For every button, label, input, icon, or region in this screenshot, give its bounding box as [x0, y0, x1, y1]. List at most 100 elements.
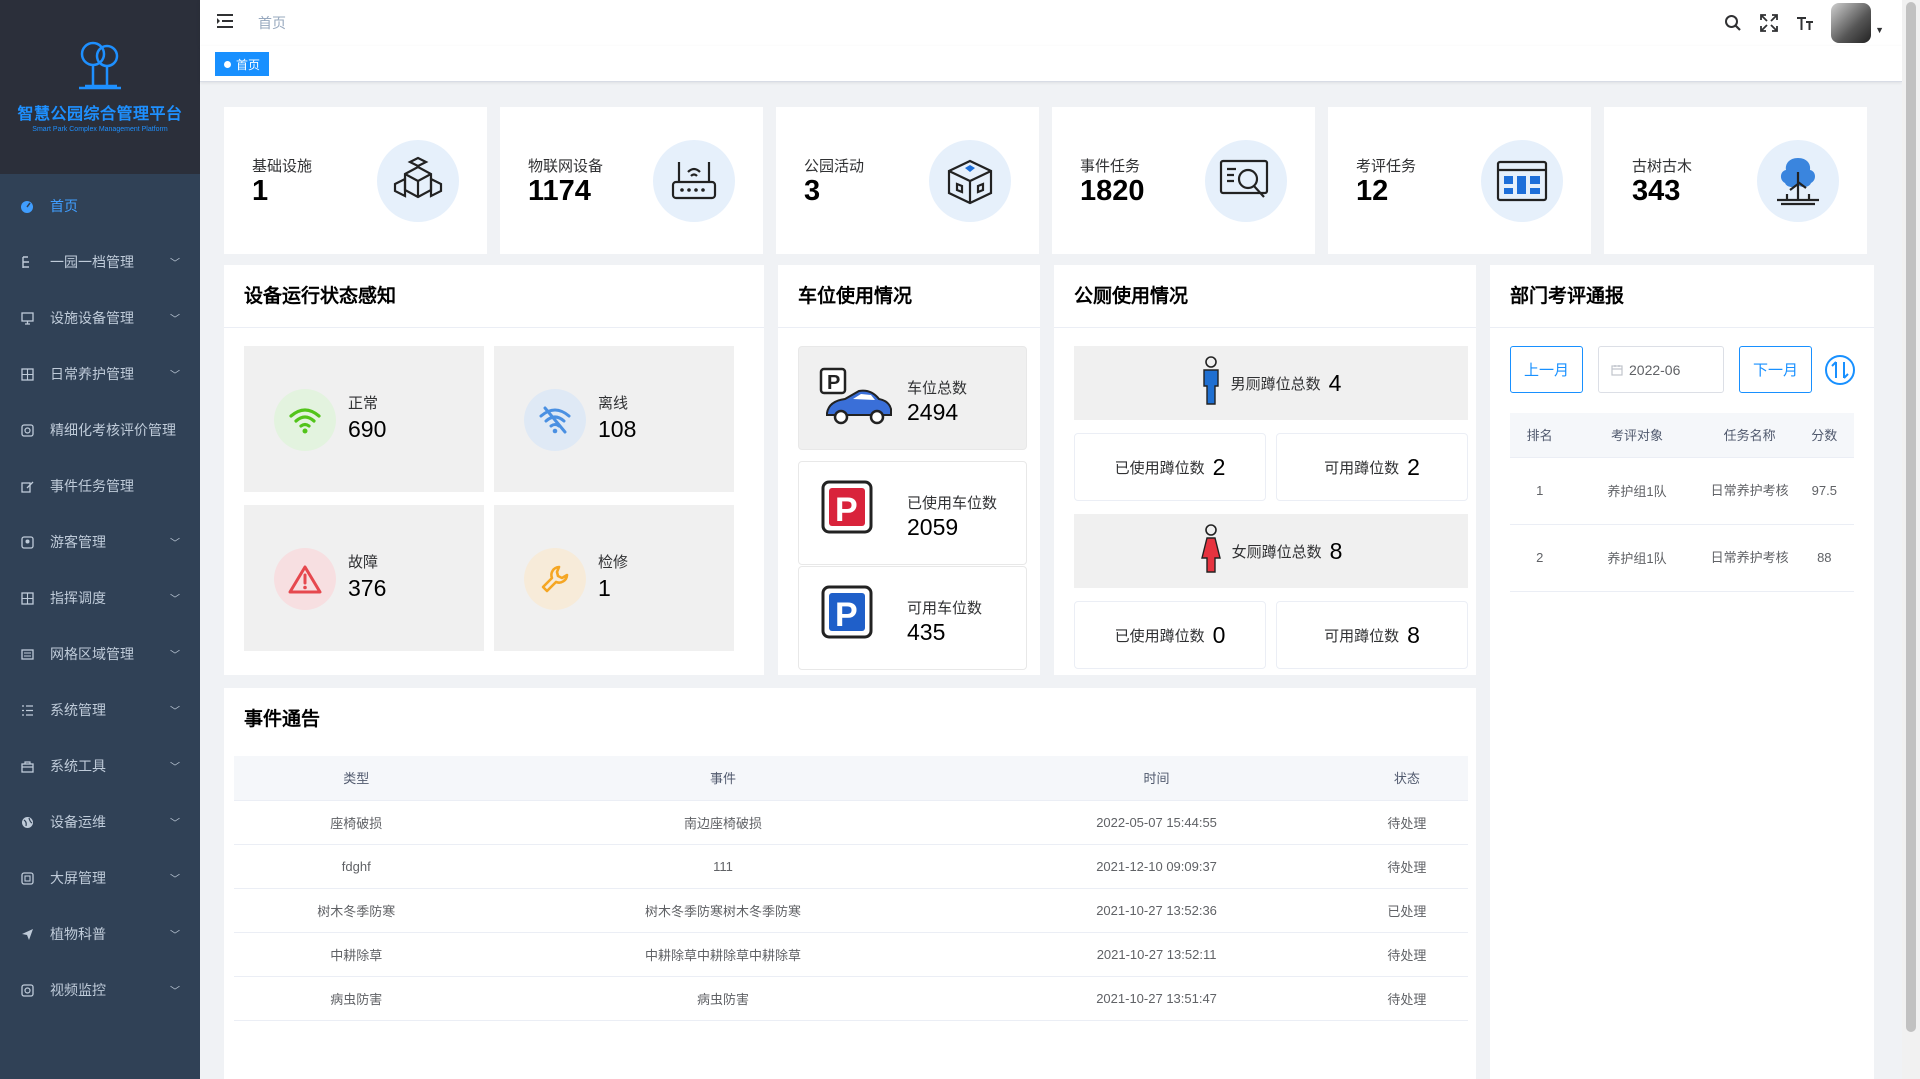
column-header[interactable]: 排名	[1510, 413, 1570, 458]
sidebar-item-system[interactable]: 系统管理 ﹀	[0, 682, 200, 738]
events-table: 类型 事件 时间 状态 座椅破损 南边座椅破损 2022-05-07 15:44…	[234, 756, 1468, 1021]
status-label: 检修	[598, 554, 629, 571]
sidebar-item-video[interactable]: 视频监控 ﹀	[0, 962, 200, 1018]
dept-report-table: 排名 考评对象 任务名称 分数 1 养护组1队 日常养护考核 97.5 2 养护…	[1510, 413, 1854, 592]
stat-card-event-tasks[interactable]: 事件任务 1820	[1052, 107, 1315, 254]
sidebar-item-big-screen[interactable]: 大屏管理 ﹀	[0, 850, 200, 906]
hamburger-icon[interactable]	[216, 13, 236, 34]
sidebar-item-grid-area[interactable]: 网格区域管理 ﹀	[0, 626, 200, 682]
search-screen-icon	[1205, 140, 1287, 222]
column-header[interactable]: 分数	[1794, 413, 1854, 458]
stat-label: 考评任务	[1356, 158, 1417, 175]
wc-value: 4	[1328, 369, 1342, 396]
status-value: 376	[348, 575, 387, 601]
status-offline[interactable]: 离线 108	[494, 346, 734, 492]
month-picker[interactable]: 2022-06	[1598, 346, 1724, 393]
male-toilet-available[interactable]: 可用蹲位数 2	[1276, 433, 1468, 501]
parking-total[interactable]: P 车位总数 2494	[798, 346, 1027, 450]
font-size-icon[interactable]	[1795, 13, 1815, 33]
sidebar-item-evaluation[interactable]: 精细化考核评价管理	[0, 402, 200, 458]
sidebar-item-plant-science[interactable]: 植物科普 ﹀	[0, 906, 200, 962]
female-toilet-used[interactable]: 已使用蹲位数 0	[1074, 601, 1266, 669]
sidebar-item-home[interactable]: 首页	[0, 178, 200, 234]
next-month-button[interactable]: 下一月	[1739, 346, 1812, 393]
car-parking-icon: P	[819, 367, 895, 434]
sidebar-item-label: 网格区域管理	[50, 646, 134, 662]
female-toilet-total[interactable]: 女厕蹲位总数 8	[1074, 514, 1468, 588]
table-cell: 97.5	[1794, 457, 1854, 525]
table-row[interactable]: 1 养护组1队 日常养护考核 97.5	[1510, 457, 1854, 525]
tag-home[interactable]: 首页	[215, 52, 270, 76]
avatar[interactable]	[1831, 3, 1872, 43]
sidebar-item-visitor[interactable]: 游客管理 ﹀	[0, 514, 200, 570]
active-dot-icon	[224, 60, 231, 68]
sort-toggle-icon[interactable]	[1824, 354, 1856, 391]
column-header[interactable]: 事件	[478, 756, 968, 801]
male-toilet-total[interactable]: 男厕蹲位总数 4	[1074, 346, 1468, 420]
stat-label: 基础设施	[252, 158, 313, 175]
page-scrollbar[interactable]	[1902, 0, 1920, 1079]
stat-card-infrastructure[interactable]: 基础设施 1	[224, 107, 487, 254]
column-header[interactable]: 状态	[1345, 756, 1468, 801]
table-row[interactable]: fdghf 111 2021-12-10 09:09:37 待处理	[234, 844, 1468, 889]
caret-down-icon[interactable]: ▼	[1875, 25, 1884, 35]
parking-used[interactable]: P 已使用车位数 2059	[798, 461, 1027, 565]
table-row[interactable]: 病虫防害 病虫防害 2021-10-27 13:51:47 待处理	[234, 976, 1468, 1021]
parking-available-icon: P	[821, 585, 873, 644]
panel-title: 部门考评通报	[1490, 265, 1874, 328]
table-row[interactable]: 2 养护组1队 日常养护考核 88	[1510, 524, 1854, 592]
column-header[interactable]: 考评对象	[1569, 413, 1705, 458]
prev-month-button[interactable]: 上一月	[1510, 346, 1583, 393]
sidebar-item-event-task[interactable]: 事件任务管理	[0, 458, 200, 514]
table-cell: 座椅破损	[234, 800, 479, 845]
table-row[interactable]: 座椅破损 南边座椅破损 2022-05-07 15:44:55 待处理	[234, 800, 1468, 845]
scrollbar-thumb[interactable]	[1906, 2, 1916, 1032]
breadcrumb: 首页	[258, 15, 286, 31]
wc-label: 女厕蹲位总数	[1231, 543, 1322, 561]
sidebar-item-park-archive[interactable]: 一园一档管理 ﹀	[0, 234, 200, 290]
warning-icon	[274, 548, 336, 610]
stat-card-park-activities[interactable]: 公园活动 3	[776, 107, 1039, 254]
sidebar-item-device-ops[interactable]: 设备运维 ﹀	[0, 794, 200, 850]
parking-available[interactable]: P 可用车位数 435	[798, 566, 1027, 670]
sidebar-item-label: 精细化考核评价管理	[50, 422, 176, 438]
parking-label: 车位总数	[907, 380, 968, 397]
search-icon[interactable]	[1723, 13, 1743, 33]
sidebar-item-system-tools[interactable]: 系统工具 ﹀	[0, 738, 200, 794]
user-icon	[20, 535, 34, 549]
target-icon	[20, 423, 34, 437]
column-header[interactable]: 类型	[234, 756, 479, 801]
table-row[interactable]: 树木冬季防寒 树木冬季防寒树木冬季防寒 2021-10-27 13:52:36 …	[234, 888, 1468, 933]
sidebar-item-dispatch[interactable]: 指挥调度 ﹀	[0, 570, 200, 626]
status-label: 故障	[348, 554, 379, 571]
parking-label: 已使用车位数	[907, 495, 998, 512]
fullscreen-icon[interactable]	[1759, 13, 1779, 33]
stat-card-iot-devices[interactable]: 物联网设备 1174	[500, 107, 763, 254]
status-repair[interactable]: 检修 1	[494, 505, 734, 651]
table-cell: 2022-05-07 15:44:55	[967, 800, 1346, 845]
svg-text:P: P	[835, 491, 858, 529]
table-row[interactable]: 中耕除草 中耕除草中耕除草中耕除草 2021-10-27 13:52:11 待处…	[234, 932, 1468, 977]
male-toilet-used[interactable]: 已使用蹲位数 2	[1074, 433, 1266, 501]
tree-icon	[20, 255, 34, 269]
sidebar-item-facility[interactable]: 设施设备管理 ﹀	[0, 290, 200, 346]
top-navbar: 首页 ▼	[200, 0, 1902, 46]
camera-icon	[20, 983, 34, 997]
chevron-down-icon: ﹀	[170, 594, 180, 606]
globe-icon	[20, 815, 34, 829]
table-cell: 待处理	[1345, 800, 1468, 845]
stat-card-evaluation-tasks[interactable]: 考评任务 12	[1328, 107, 1591, 254]
sidebar-item-maintenance[interactable]: 日常养护管理 ﹀	[0, 346, 200, 402]
status-fault[interactable]: 故障 376	[244, 505, 484, 651]
column-header[interactable]: 任务名称	[1704, 413, 1795, 458]
monitor-icon	[20, 311, 34, 325]
sidebar-item-label: 系统工具	[50, 758, 106, 774]
sidebar-item-label: 事件任务管理	[50, 478, 134, 494]
stat-value: 3	[804, 175, 821, 207]
status-normal[interactable]: 正常 690	[244, 346, 484, 492]
logo-area[interactable]: 智慧公园综合管理平台 Smart Park Complex Management…	[0, 0, 200, 174]
stat-card-ancient-trees[interactable]: 古树古木 343	[1604, 107, 1867, 254]
female-toilet-available[interactable]: 可用蹲位数 8	[1276, 601, 1468, 669]
column-header[interactable]: 时间	[967, 756, 1346, 801]
park-logo-icon	[79, 41, 121, 90]
